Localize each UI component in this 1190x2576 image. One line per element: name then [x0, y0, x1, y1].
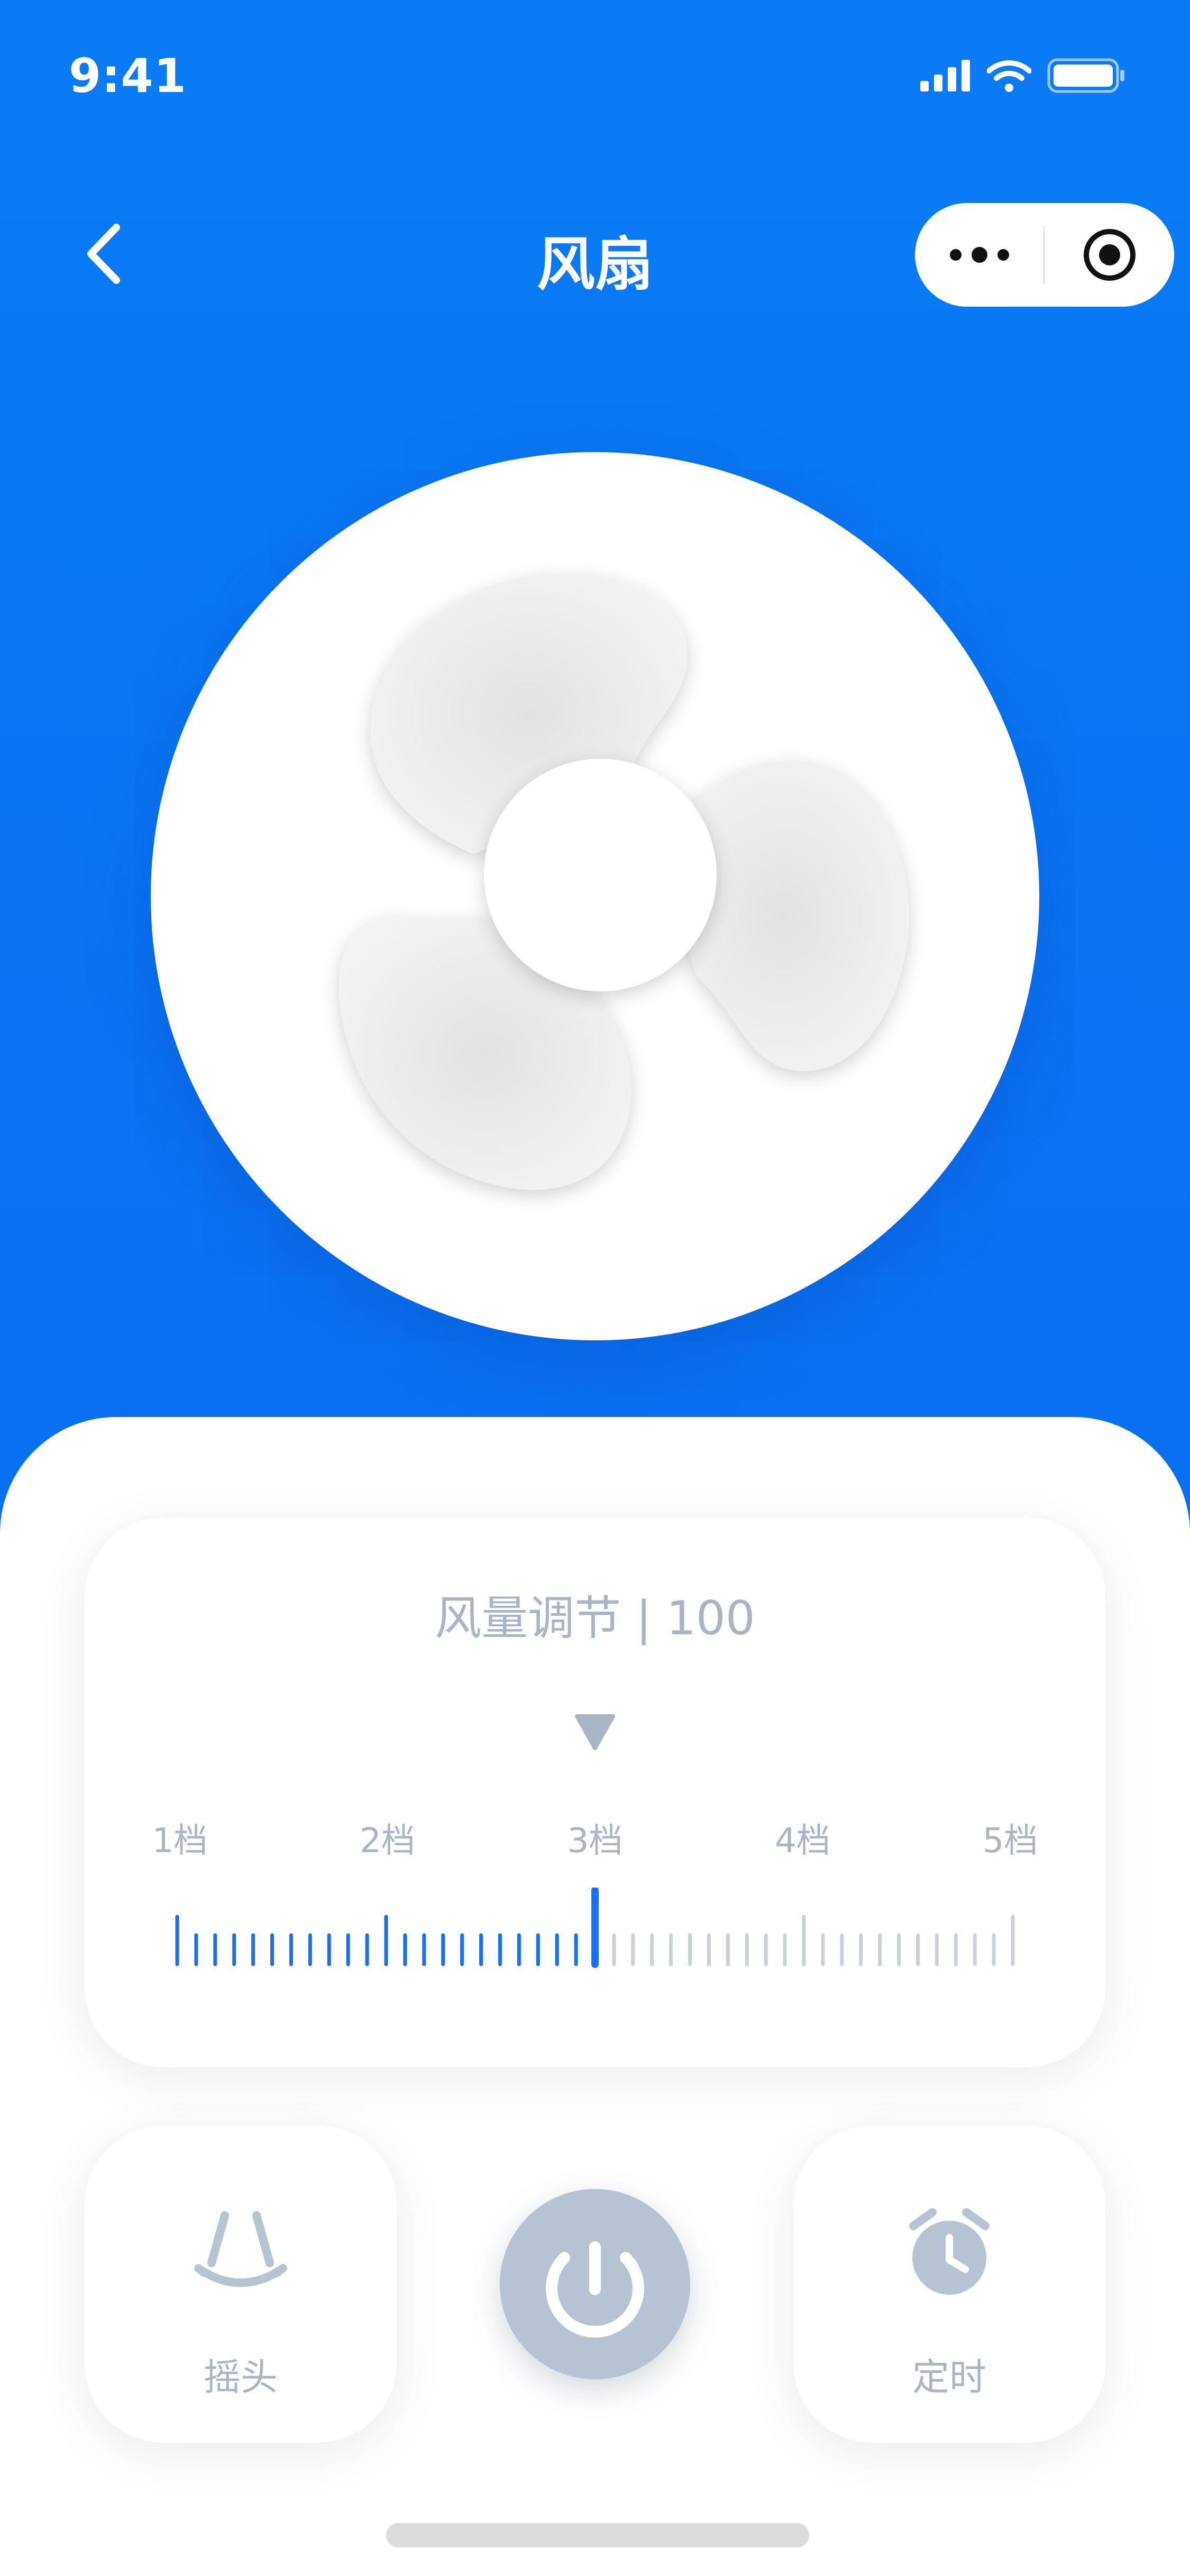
pointer-triangle-icon [575, 1714, 615, 1750]
wind-speed-title: 风量调节 | 100 [435, 1591, 755, 1645]
swing-button[interactable]: 摇头 [85, 2126, 397, 2443]
gear-label[interactable]: 2档 [335, 1814, 441, 1862]
more-dots-icon [949, 247, 1009, 263]
power-icon [546, 2241, 644, 2338]
status-time: 9:41 [69, 49, 187, 103]
timer-button[interactable]: 定时 [793, 2126, 1105, 2443]
swing-label: 摇头 [204, 2356, 278, 2399]
wind-speed-slider[interactable] [85, 1888, 1105, 1993]
gear-label[interactable]: 3档 [542, 1814, 648, 1862]
wifi-icon [987, 60, 1031, 92]
timer-label: 定时 [912, 2356, 986, 2399]
fan-display [151, 452, 1039, 1340]
wind-speed-card: 风量调节 | 100 1档 2档 3档 4档 5档 [85, 1517, 1105, 2067]
home-indicator [386, 2523, 809, 2547]
target-icon [1083, 229, 1136, 281]
status-icons [920, 58, 1127, 93]
mini-program-capsule [915, 203, 1174, 307]
battery-icon [1047, 58, 1124, 93]
gear-label[interactable]: 1档 [127, 1814, 233, 1862]
more-button[interactable] [915, 203, 1043, 307]
cellular-signal-icon [920, 60, 970, 91]
power-button[interactable] [500, 2189, 690, 2379]
close-program-button[interactable] [1045, 203, 1174, 307]
alarm-clock-icon [909, 2208, 990, 2295]
fan-blade-icon [338, 573, 909, 1190]
gear-label[interactable]: 5档 [957, 1814, 1063, 1862]
gear-label[interactable]: 4档 [750, 1814, 856, 1862]
swing-icon [194, 2211, 287, 2287]
